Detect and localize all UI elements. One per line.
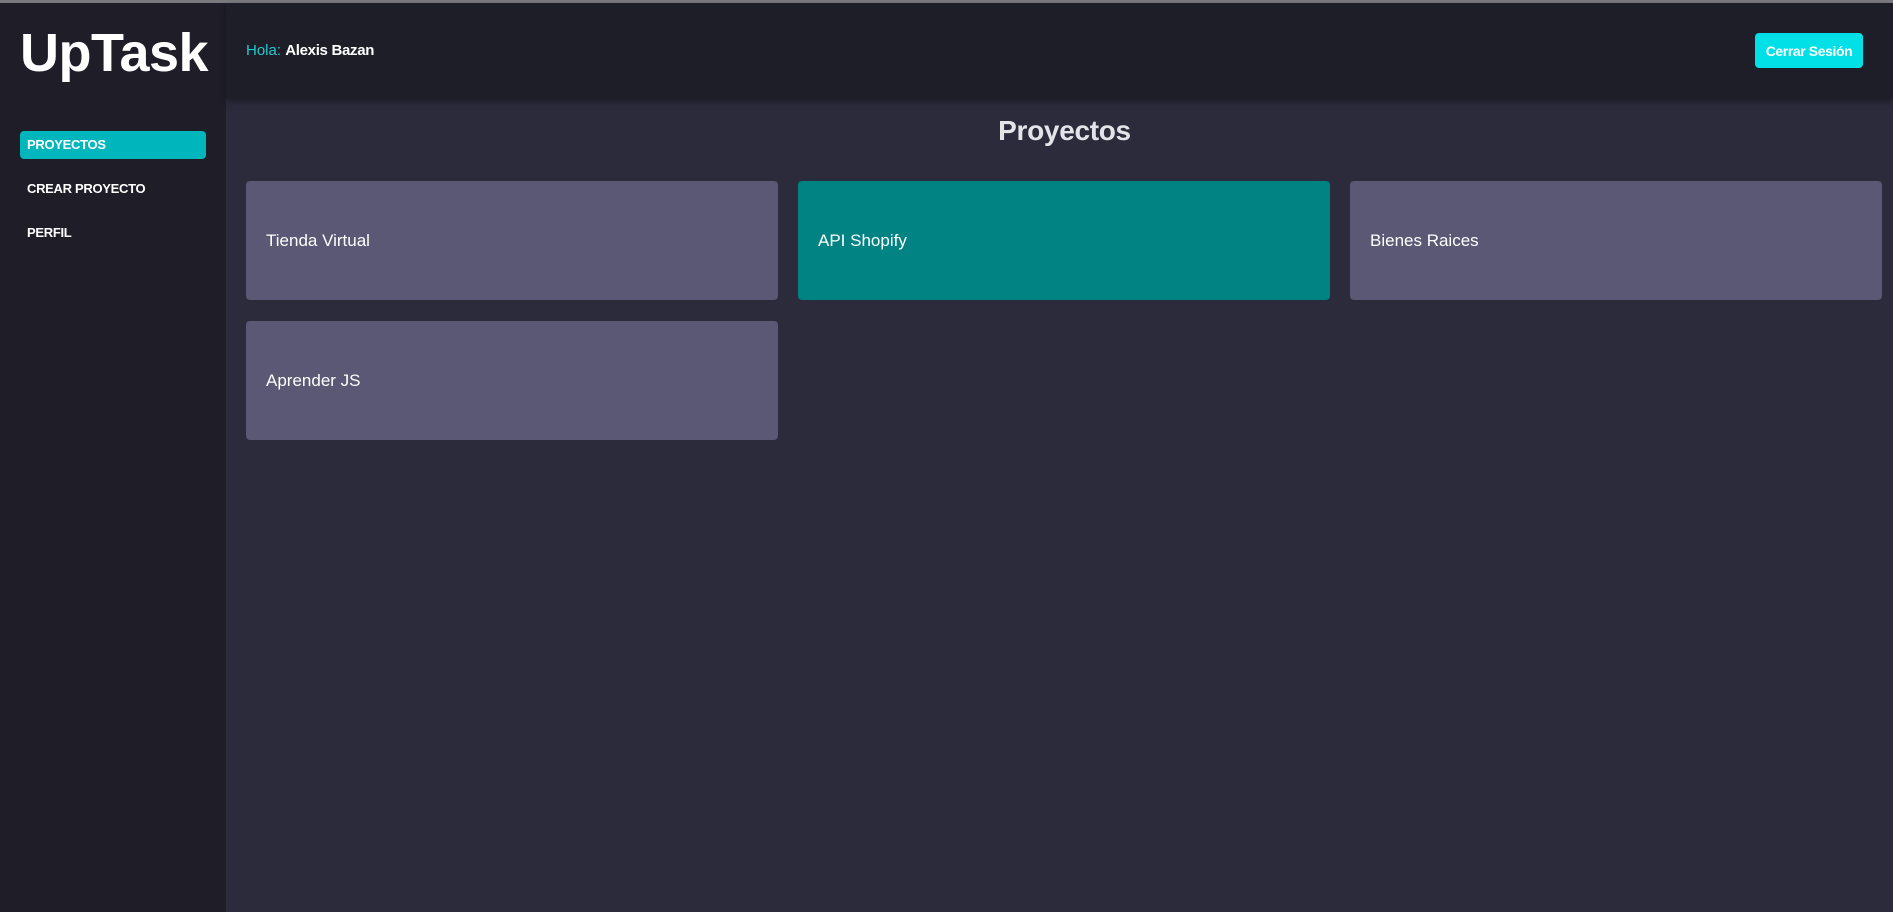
project-card[interactable]: Aprender JS [246, 321, 778, 440]
main-content: Proyectos Tienda Virtual API Shopify Bie… [226, 99, 1893, 912]
project-card[interactable]: API Shopify [798, 181, 1330, 300]
project-card[interactable]: Bienes Raices [1350, 181, 1882, 300]
project-card[interactable]: Tienda Virtual [246, 181, 778, 300]
project-name: Bienes Raices [1370, 230, 1479, 250]
project-name: Aprender JS [266, 370, 361, 390]
project-name: API Shopify [818, 230, 907, 250]
logout-button[interactable]: Cerrar Sesión [1755, 33, 1863, 68]
project-name: Tienda Virtual [266, 230, 370, 250]
sidebar-item-crear-proyecto[interactable]: CREAR PROYECTO [20, 175, 206, 203]
sidebar-item-proyectos[interactable]: PROYECTOS [20, 131, 206, 159]
sidebar-nav: PROYECTOS CREAR PROYECTO PERFIL [20, 131, 206, 263]
greeting-prefix: Hola: [246, 42, 282, 59]
sidebar: UpTask PROYECTOS CREAR PROYECTO PERFIL [0, 3, 226, 912]
user-greeting: Hola: Alexis Bazan [246, 42, 374, 59]
user-name: Alexis Bazan [285, 42, 375, 59]
projects-grid: Tienda Virtual API Shopify Bienes Raices… [246, 181, 1893, 440]
app-logo[interactable]: UpTask [20, 21, 209, 85]
page-title: Proyectos [998, 115, 1131, 146]
top-bar: Hola: Alexis Bazan Cerrar Sesión [226, 3, 1893, 99]
sidebar-item-perfil[interactable]: PERFIL [20, 219, 206, 247]
